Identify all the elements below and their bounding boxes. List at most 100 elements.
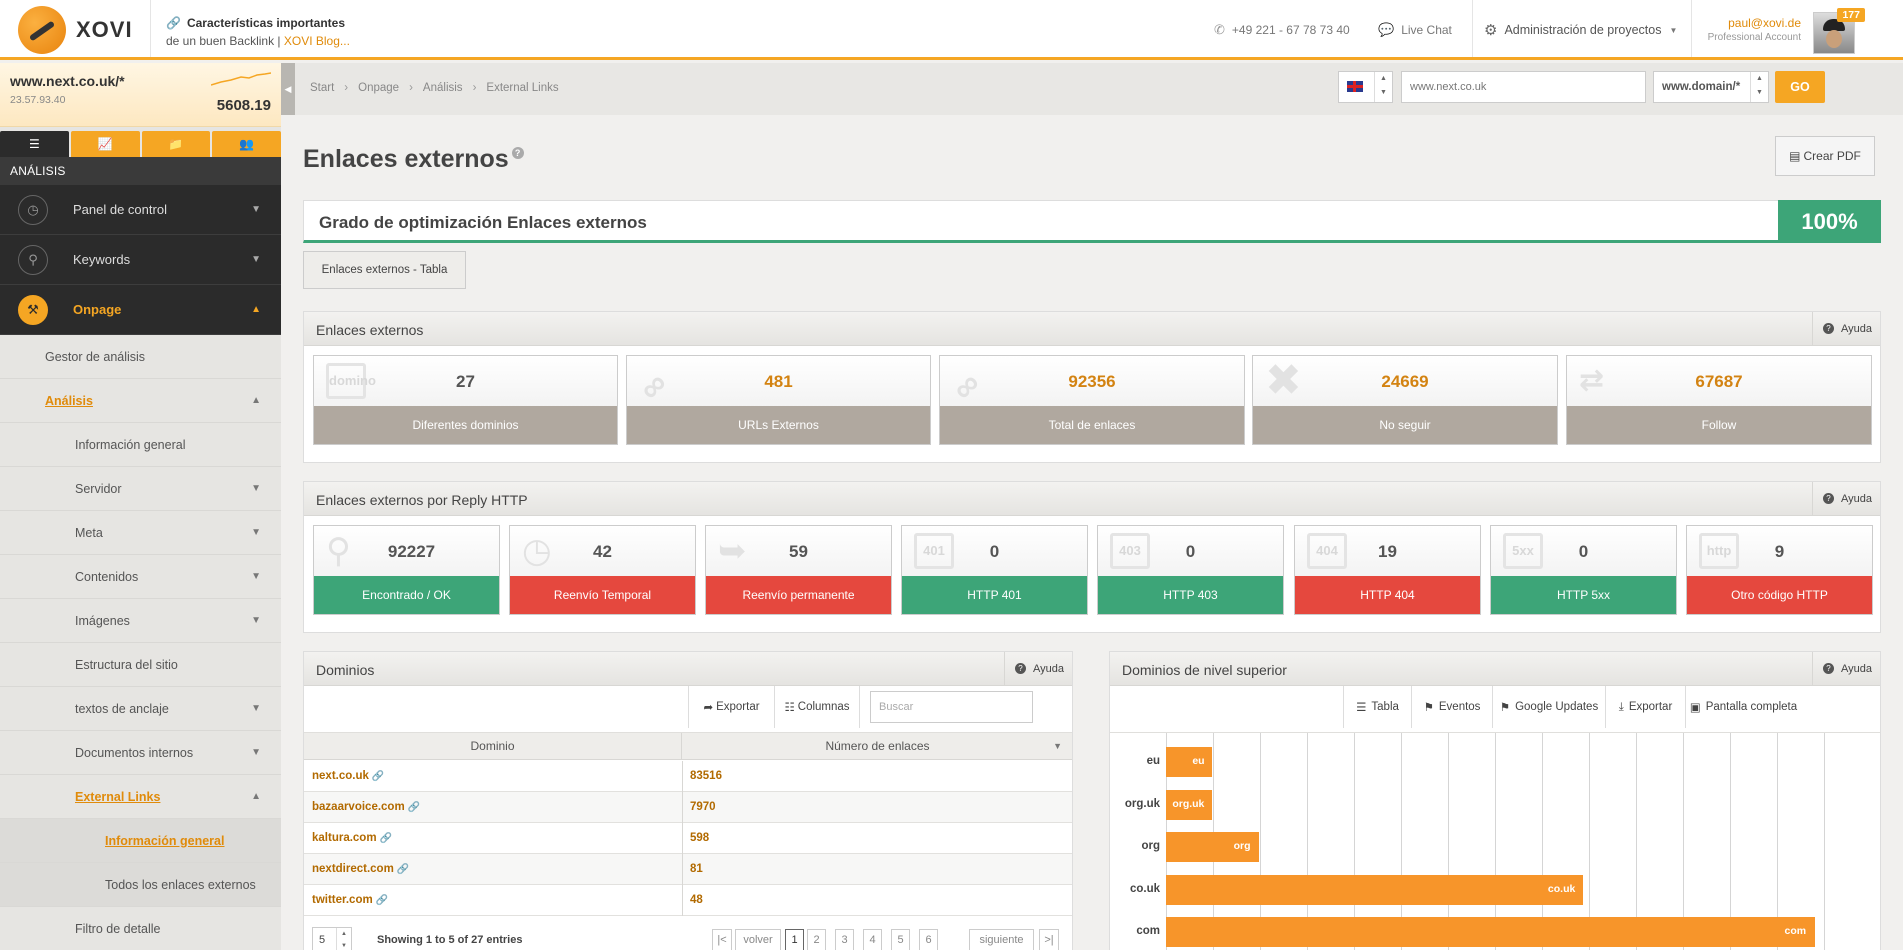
table-row[interactable]: nextdirect.com 🔗 81: [304, 854, 1072, 885]
stat-card-http-404[interactable]: 404 19 HTTP 404: [1294, 525, 1481, 615]
breadcrumb-item-start[interactable]: Start: [310, 82, 334, 94]
sidebar-item-contents[interactable]: Contenidos ▼: [0, 555, 281, 599]
pager-last-button[interactable]: >|: [1039, 929, 1059, 950]
tab-folders[interactable]: 📁: [141, 131, 211, 157]
sidebar-item-analysis-manager[interactable]: Gestor de análisis: [0, 335, 281, 379]
table-row[interactable]: bazaarvoice.com 🔗 7970: [304, 792, 1072, 823]
columns-button[interactable]: ☷ Columnas: [774, 686, 860, 728]
sidebar-item-external-links[interactable]: External Links ▲: [0, 775, 281, 819]
stat-card-permanent-redirect[interactable]: ➥ 59 Reenvío permanente: [705, 525, 892, 615]
breadcrumb-item-onpage[interactable]: Onpage: [358, 82, 399, 94]
user-info[interactable]: paul@xovi.de Professional Account: [1708, 16, 1801, 43]
tab-charts[interactable]: 📈: [70, 131, 140, 157]
chart-bar[interactable]: [1166, 747, 1213, 777]
stat-card-total-links[interactable]: ∞ 92356 Total de enlaces: [939, 355, 1245, 445]
sidebar-item-all-external-links[interactable]: Todos los enlaces externos: [0, 863, 281, 907]
chart-bar[interactable]: [1166, 917, 1815, 947]
page-length-select[interactable]: 5 ▲ ▼: [312, 927, 352, 950]
table-row[interactable]: kaltura.com 🔗 598: [304, 823, 1072, 854]
xovi-logo[interactable]: XOVI: [18, 6, 148, 54]
table-row[interactable]: twitter.com 🔗 48: [304, 885, 1072, 916]
project-ip: 23.57.93.40: [10, 94, 66, 106]
domain-link[interactable]: kaltura.com: [312, 832, 377, 844]
sidebar-item-anchor-texts[interactable]: textos de anclaje ▼: [0, 687, 281, 731]
pager-page-2[interactable]: 2: [807, 929, 826, 950]
external-link-icon[interactable]: 🔗: [408, 802, 420, 813]
pager-page-5[interactable]: 5: [891, 929, 910, 950]
sidebar-item-external-general-info[interactable]: Información general: [0, 819, 281, 863]
sidebar-item-site-structure[interactable]: Estructura del sitio: [0, 643, 281, 687]
phone-number[interactable]: ✆ +49 221 - 67 78 73 40: [1214, 22, 1350, 38]
stat-card-http-403[interactable]: 403 0 HTTP 403: [1097, 525, 1284, 615]
table-button[interactable]: ☰ Tabla: [1343, 686, 1411, 728]
help-button[interactable]: ? Ayuda: [1812, 652, 1880, 685]
external-links-table-tab[interactable]: Enlaces externos - Tabla: [303, 251, 466, 289]
create-pdf-button[interactable]: ▤ Crear PDF: [1775, 136, 1875, 176]
sidebar-item-meta[interactable]: Meta ▼: [0, 511, 281, 555]
project-admin-menu[interactable]: ⚙ Administración de proyectos ▼: [1484, 21, 1677, 39]
external-link-icon[interactable]: 🔗: [376, 895, 388, 906]
sidebar-item-keywords[interactable]: ⚲ Keywords ▼: [0, 235, 281, 285]
domain-link[interactable]: nextdirect.com: [312, 863, 394, 875]
sidebar-item-images[interactable]: Imágenes ▼: [0, 599, 281, 643]
blog-link[interactable]: XOVI Blog...: [284, 34, 350, 48]
column-header-links[interactable]: Número de enlaces: [683, 733, 1072, 760]
column-header-domain[interactable]: Dominio: [304, 733, 682, 760]
sidebar-item-detail-filter[interactable]: Filtro de detalle: [0, 907, 281, 950]
sidebar-item-server[interactable]: Servidor ▼: [0, 467, 281, 511]
stat-card-nofollow[interactable]: ✖ 24669 No seguir: [1252, 355, 1558, 445]
sidebar-item-onpage[interactable]: ⚒ Onpage ▲: [0, 285, 281, 335]
pager-page-4[interactable]: 4: [863, 929, 882, 950]
stat-card-found-ok[interactable]: ⚲ 92227 Encontrado / OK: [313, 525, 500, 615]
stat-card-temporary-redirect[interactable]: ◷ 42 Reenvío Temporal: [509, 525, 696, 615]
pager-first-button[interactable]: |<: [712, 929, 732, 950]
stat-card-http-5xx[interactable]: 5xx 0 HTTP 5xx: [1490, 525, 1677, 615]
breadcrumb-item-external-links[interactable]: External Links: [486, 82, 558, 94]
help-icon[interactable]: ?: [511, 147, 524, 159]
go-button[interactable]: GO: [1775, 71, 1825, 103]
sidebar-item-dashboard[interactable]: ◷ Panel de control ▼: [0, 185, 281, 235]
country-select[interactable]: ▲ ▼: [1338, 71, 1393, 103]
chart-bar[interactable]: [1166, 874, 1583, 905]
project-summary[interactable]: www.next.co.uk/* 23.57.93.40 5608.19: [0, 63, 281, 127]
sidebar-item-analysis[interactable]: Análisis ▲: [0, 379, 281, 423]
help-button[interactable]: ? Ayuda: [1812, 312, 1880, 345]
notification-badge[interactable]: 177: [1837, 8, 1865, 22]
pager-page-1[interactable]: 1: [785, 929, 804, 950]
stat-card-http-other[interactable]: http 9 Otro código HTTP: [1686, 525, 1873, 615]
external-link-icon[interactable]: 🔗: [380, 833, 392, 844]
sidebar-item-internal-documents[interactable]: Documentos internos ▼: [0, 731, 281, 775]
breadcrumb-item-analysis[interactable]: Análisis: [423, 82, 463, 94]
live-chat-link[interactable]: 💬 Live Chat: [1378, 22, 1452, 38]
pager-prev-button[interactable]: volver: [735, 929, 781, 950]
pager-page-3[interactable]: 3: [835, 929, 854, 950]
sidebar-collapse-button[interactable]: ◀: [281, 63, 295, 115]
stat-card-domains[interactable]: domino 27 Diferentes dominios: [313, 355, 618, 445]
stat-card-follow[interactable]: ⇄ 67687 Follow: [1566, 355, 1872, 445]
domain-link[interactable]: next.co.uk: [312, 770, 369, 782]
domain-mode-select[interactable]: www.domain/* ▲ ▼: [1653, 71, 1769, 103]
domain-input[interactable]: www.next.co.uk: [1401, 71, 1646, 103]
tab-users[interactable]: 👥: [212, 131, 281, 157]
help-button[interactable]: ? Ayuda: [1004, 652, 1072, 685]
domain-link[interactable]: bazaarvoice.com: [312, 801, 405, 813]
blog-promo[interactable]: 🔗 Características importantes de un buen …: [166, 14, 350, 50]
export-button[interactable]: ⤓ Exportar: [1605, 686, 1685, 728]
stat-card-external-urls[interactable]: ∞ 481 URLs Externos: [626, 355, 931, 445]
domain-link[interactable]: twitter.com: [312, 894, 373, 906]
external-link-icon[interactable]: 🔗: [372, 771, 384, 782]
domains-search-input[interactable]: Buscar: [870, 691, 1033, 723]
events-button[interactable]: ⚑ Eventos: [1411, 686, 1492, 728]
help-button[interactable]: ? Ayuda: [1812, 482, 1880, 515]
sidebar-item-general-info[interactable]: Información general: [0, 423, 281, 467]
external-link-icon[interactable]: 🔗: [397, 864, 409, 875]
export-button[interactable]: ➦ Exportar: [688, 686, 774, 728]
pager-page-6[interactable]: 6: [919, 929, 938, 950]
pager-next-button[interactable]: siguiente: [969, 929, 1034, 950]
google-updates-button[interactable]: ⚑ Google Updates: [1492, 686, 1605, 728]
chevron-down-icon: ▼: [1053, 741, 1062, 751]
stat-card-http-401[interactable]: 401 0 HTTP 401: [901, 525, 1088, 615]
table-row[interactable]: next.co.uk 🔗 83516: [304, 761, 1072, 792]
fullscreen-button[interactable]: ▣ Pantalla completa: [1685, 686, 1801, 728]
tab-list[interactable]: ☰: [0, 131, 69, 157]
